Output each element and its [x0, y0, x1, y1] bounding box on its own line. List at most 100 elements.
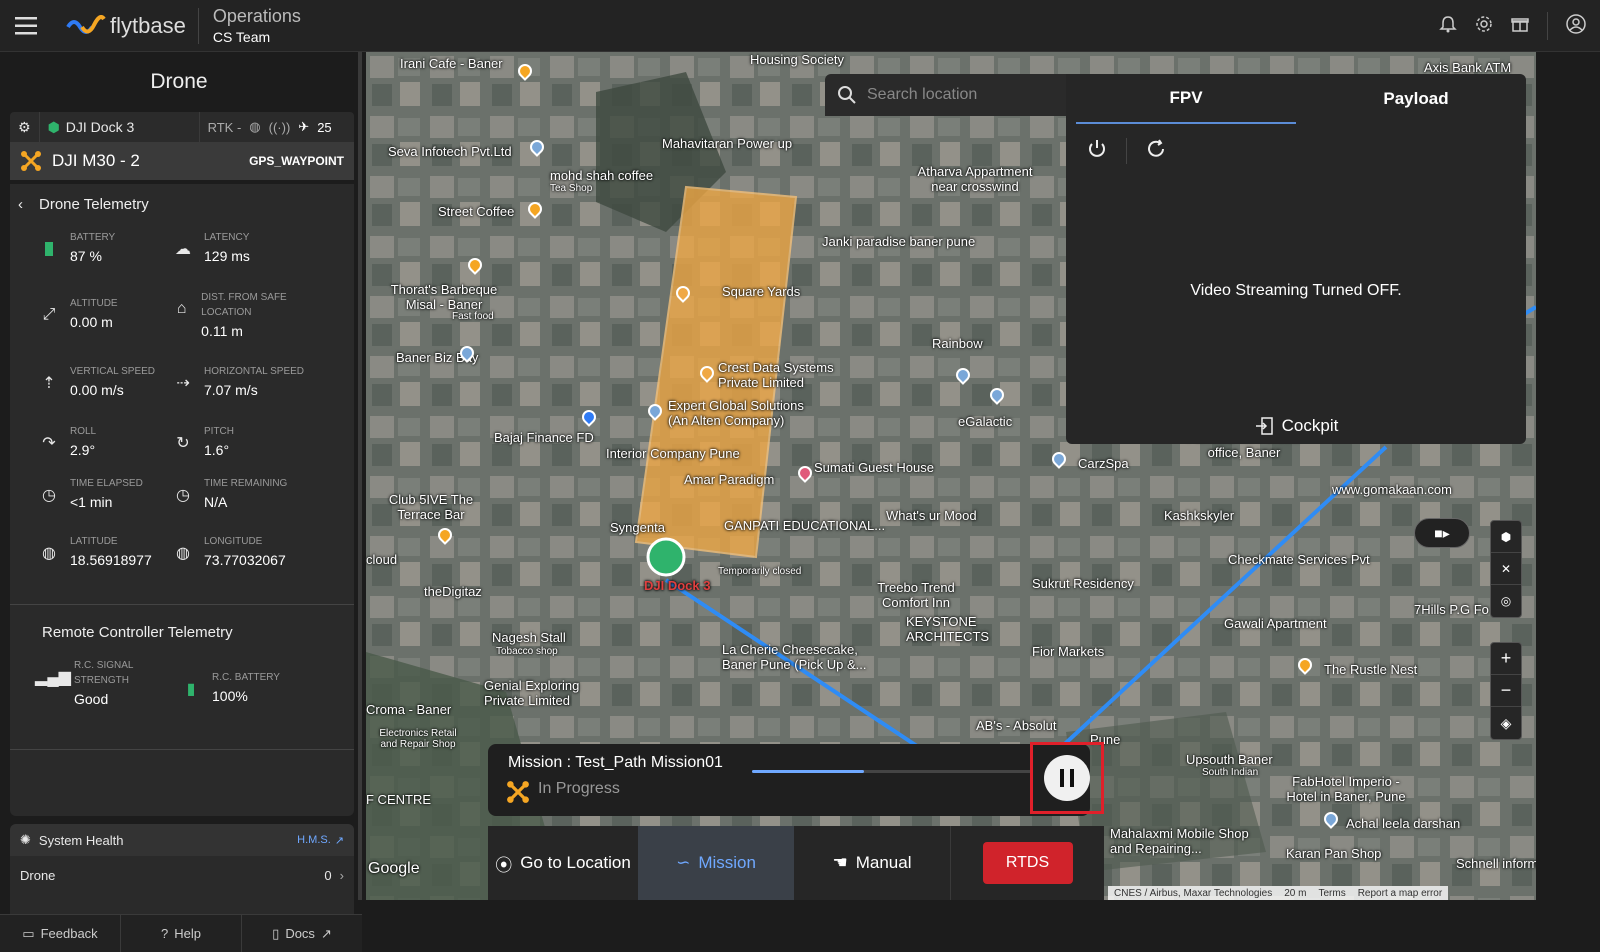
latency-item: ☁ LATENCY 129 ms: [172, 230, 250, 264]
system-health-title: System Health: [38, 832, 124, 848]
map-label: Treebo Trend Comfort Inn: [877, 580, 955, 610]
map-label: Axis Bank ATM: [1424, 60, 1512, 75]
drone-center-button[interactable]: ✕: [1491, 553, 1521, 585]
feedback-button[interactable]: ▭ Feedback: [0, 915, 121, 952]
docs-button[interactable]: ▯ Docs ↗: [242, 915, 362, 952]
map-pin-icon: ⦿: [495, 855, 513, 875]
map-label: Achal leela darshan: [1346, 816, 1461, 831]
manual-button[interactable]: ☚ Manual: [794, 826, 950, 900]
clock-icon: ◷: [42, 487, 56, 504]
flight-mode: GPS_WAYPOINT: [249, 154, 344, 168]
map-label: cloud: [366, 552, 398, 567]
roll-value: 2.9°: [70, 442, 96, 458]
system-health-panel: ✺ System Health H.M.S. ↗ Drone 0 ›: [10, 824, 354, 924]
power-icon[interactable]: [1086, 138, 1108, 165]
map-label: Checkmate Services Pvt: [1228, 552, 1370, 567]
latitude-item: ◍ LATITUDE 18.56918977: [38, 534, 152, 568]
terms-link[interactable]: Terms: [1318, 888, 1345, 899]
vertical-speed-icon: ⇡: [42, 375, 56, 392]
map-label: CarzSpa: [1078, 456, 1129, 471]
time-remaining-item: ◷ TIME REMAINING N/A: [172, 476, 287, 510]
search-input[interactable]: [867, 86, 1057, 104]
fpv-panel: FPV Payload Video Streaming Turned OFF. …: [1066, 74, 1526, 444]
user-avatar-icon[interactable]: [1566, 13, 1586, 39]
back-chevron-icon[interactable]: ‹: [18, 196, 23, 213]
horizontal-speed-item: ⇢ HORIZONTAL SPEED 7.07 m/s: [172, 364, 304, 398]
telemetry-title: Drone Telemetry: [39, 195, 149, 213]
vertical-speed-label: VERTICAL SPEED: [70, 366, 156, 377]
mission-button[interactable]: ∽ Mission: [638, 826, 794, 900]
layers-button[interactable]: ◈: [1491, 707, 1521, 739]
right-edge: [1536, 52, 1600, 900]
map-label: Thorat's Barbeque Misal - Baner: [390, 282, 498, 312]
map-label: Housing Society: [750, 52, 844, 67]
tab-payload[interactable]: Payload: [1306, 74, 1526, 124]
locate-button[interactable]: ◎: [1491, 585, 1521, 617]
rtk-status: RTK -: [207, 119, 242, 135]
cockpit-button[interactable]: Cockpit: [1066, 416, 1526, 436]
rc-battery-item: ▮ R.C. BATTERY 100%: [180, 670, 280, 704]
drone-icon: ✕: [1500, 561, 1512, 576]
divider: [10, 604, 354, 605]
bell-icon[interactable]: [1439, 15, 1457, 38]
latency-label: LATENCY: [204, 232, 250, 243]
external-link-icon: ↗: [334, 834, 344, 847]
pause-button[interactable]: [1044, 755, 1090, 801]
gift-icon[interactable]: [1511, 15, 1529, 38]
altitude-icon: ⤢: [42, 306, 56, 323]
divider: [10, 749, 354, 750]
zoom-out-button[interactable]: −: [1491, 675, 1521, 707]
gear-icon[interactable]: [1475, 15, 1493, 38]
flytbase-logo[interactable]: flytbase: [66, 7, 199, 44]
home-icon: ⌂: [176, 300, 187, 317]
location-search[interactable]: [825, 74, 1075, 116]
chevron-right-icon: ›: [339, 867, 344, 883]
map-label: Seva Infotech Pvt.Ltd: [388, 144, 512, 159]
dock-icon: ⬢: [47, 118, 60, 135]
mission-progress-track: [752, 770, 1032, 773]
map-label: Club 5IVE The Terrace Bar: [388, 492, 474, 522]
pitch-value: 1.6°: [204, 442, 230, 458]
help-button[interactable]: ? Help: [121, 915, 242, 952]
dock-settings-button[interactable]: ⚙: [10, 112, 40, 142]
rc-battery-label: R.C. BATTERY: [212, 672, 280, 683]
rc-telemetry-title: Remote Controller Telemetry: [42, 624, 233, 641]
zoom-in-button[interactable]: +: [1491, 643, 1521, 675]
imagery-credit: CNES / Airbus, Maxar Technologies: [1114, 887, 1273, 899]
workspace-info[interactable]: Operations CS Team: [213, 6, 301, 45]
latitude-value: 18.56918977: [70, 552, 152, 568]
clock-icon: ◷: [176, 487, 190, 504]
menu-icon[interactable]: [0, 0, 52, 52]
mission-progress-fill: [752, 770, 864, 773]
go-to-location-button[interactable]: ⦿ Go to Location: [488, 826, 638, 900]
dock-marker[interactable]: [646, 537, 686, 577]
tab-fpv[interactable]: FPV: [1076, 74, 1296, 124]
3d-view-button[interactable]: ⬢: [1491, 521, 1521, 553]
altitude-item: ⤢ ALTITUDE 0.00 m: [38, 296, 118, 330]
health-row-drone[interactable]: Drone 0 ›: [10, 856, 354, 894]
map-label: What's ur Mood: [886, 508, 977, 523]
report-map-error-link[interactable]: Report a map error: [1358, 888, 1442, 899]
map-label: Sumati Guest House: [814, 460, 934, 475]
drone-selector[interactable]: DJI M30 - 2 GPS_WAYPOINT: [10, 142, 354, 180]
signal-icon: ((·)): [268, 119, 291, 135]
google-logo: Google: [368, 860, 420, 877]
camera-toggle-button[interactable]: ■▸: [1414, 518, 1470, 548]
dock-selector[interactable]: ⬢ DJI Dock 3: [40, 112, 200, 142]
system-health-header[interactable]: ✺ System Health H.M.S. ↗: [10, 824, 354, 856]
dock-marker-label: DJI Dock 3: [644, 578, 711, 593]
map-label: Bajaj Finance FD: [494, 430, 594, 445]
hms-link[interactable]: H.M.S. ↗: [297, 834, 344, 847]
refresh-icon[interactable]: [1145, 138, 1167, 165]
battery-icon: [38, 238, 60, 260]
hms-label: H.M.S.: [297, 834, 331, 846]
mission-status-bar: Mission : Test_Path Mission01 In Progres…: [488, 742, 1104, 816]
map-label: Tea Shop: [550, 183, 593, 194]
map-label: GANPATI EDUCATIONAL...: [724, 518, 886, 533]
rtds-button[interactable]: RTDS: [982, 842, 1073, 884]
map-label: Genial Exploring Private Limited: [484, 678, 580, 708]
vertical-speed-value: 0.00 m/s: [70, 382, 124, 398]
mission-label: Mission: [698, 853, 756, 872]
map-label: Karan Pan Shop: [1286, 846, 1382, 861]
cloud-icon: ☁: [175, 241, 191, 258]
